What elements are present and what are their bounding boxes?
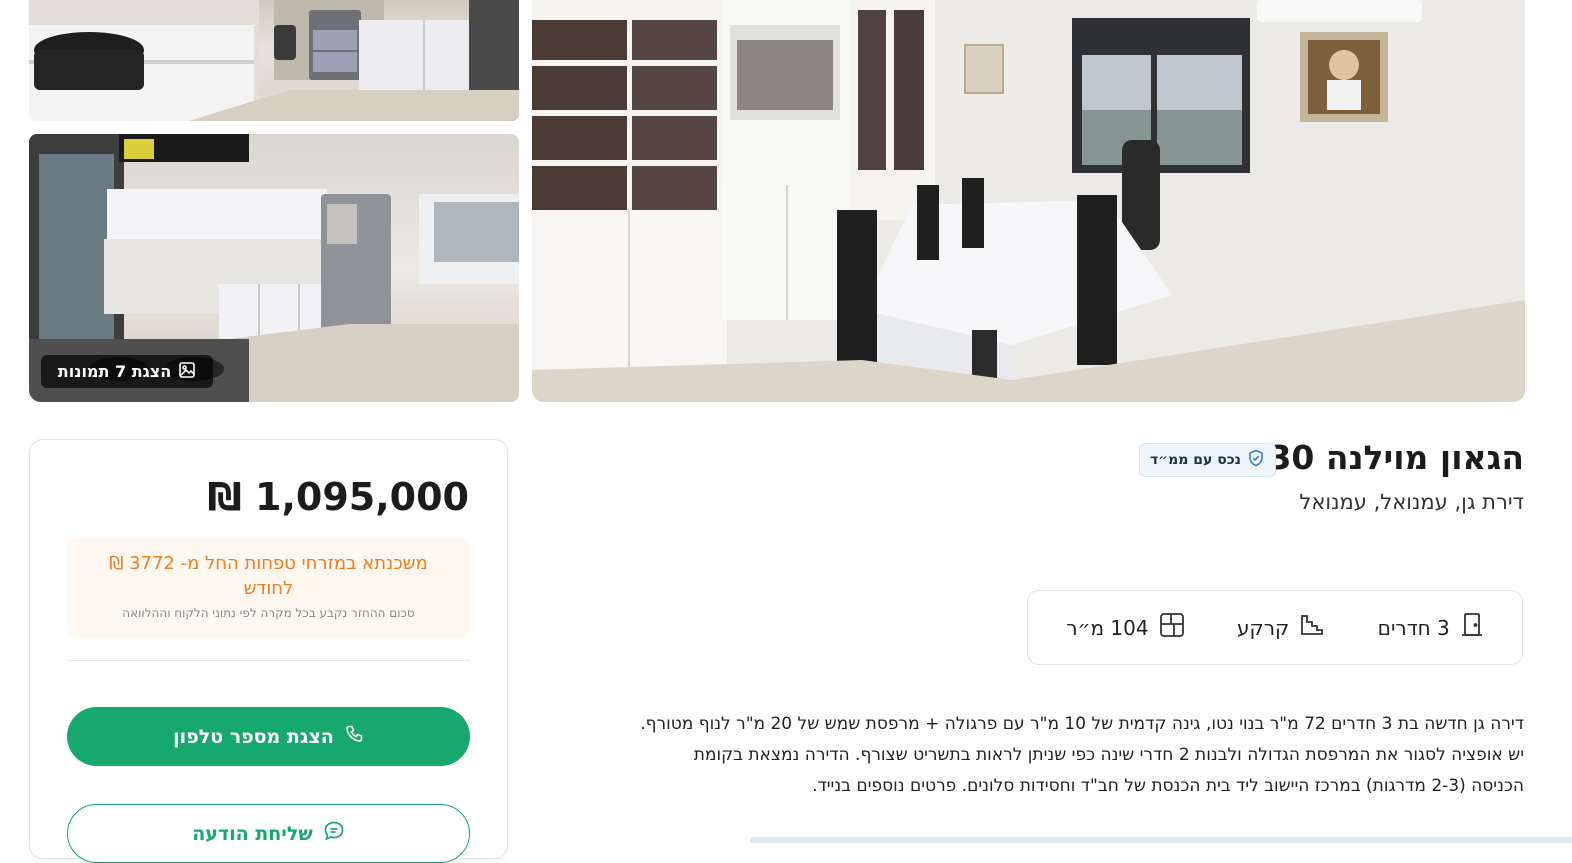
feature-floor: קרקע <box>1237 613 1325 642</box>
show-photos-button[interactable]: הצגת 7 תמונות <box>41 355 213 388</box>
gallery-photo-kitchen-top[interactable] <box>29 0 519 121</box>
floorplan-icon <box>1159 612 1185 643</box>
listing-title: הגאון מוילנה 30 <box>1268 438 1524 477</box>
listing-description: דירה גן חדשה בת 3 חדרים 72 מ"ר בנוי נטו,… <box>574 709 1524 802</box>
feature-rooms: 3 חדרים <box>1378 612 1484 643</box>
show-phone-button[interactable]: הצגת מספר טלפון <box>67 707 470 766</box>
listing-price: 1,095,000 ₪ <box>207 475 469 519</box>
door-icon <box>1460 612 1484 643</box>
mortgage-offer[interactable]: משכנתא במזרחי טפחות החל מ- 3772 ₪ לחודש … <box>67 538 470 638</box>
listing-subtitle: דירת גן, עמנואל, עמנואל <box>1299 490 1524 514</box>
phone-icon <box>344 724 364 749</box>
shield-check-icon <box>1247 449 1265 471</box>
feature-size: 104 מ״ר <box>1066 612 1184 643</box>
mortgage-note: סכום ההחזר נקבע בכל מקרה לפי נתוני הלקוח… <box>122 606 415 620</box>
card-divider <box>67 660 470 661</box>
safe-room-badge: נכס עם ממ״ד <box>1138 443 1276 477</box>
feature-floor-label: קרקע <box>1237 615 1290 640</box>
show-photos-label: הצגת 7 תמונות <box>57 362 172 381</box>
mortgage-text: משכנתא במזרחי טפחות החל מ- 3772 ₪ לחודש <box>109 553 428 599</box>
stairs-icon <box>1299 613 1325 642</box>
gallery-photo-main[interactable] <box>532 0 1525 402</box>
description-line: דירה גן חדשה בת 3 חדרים 72 מ"ר בנוי נטו,… <box>640 714 1524 734</box>
info-banner-edge <box>750 837 1572 843</box>
send-message-label: שליחת הודעה <box>192 822 313 845</box>
property-features: 3 חדרים קרקע 104 מ״ר <box>1027 590 1523 665</box>
description-line: הכניסה (2-3 מדרגות) במרכז היישוב ליד בית… <box>812 776 1524 796</box>
description-line: יש אופציה לסגור את המרפסת הגדולה ולבנות … <box>693 745 1524 765</box>
show-phone-label: הצגת מספר טלפון <box>173 725 334 748</box>
send-message-button[interactable]: שליחת הודעה <box>67 804 470 863</box>
feature-rooms-label: 3 חדרים <box>1377 615 1450 640</box>
badge-label: נכס עם ממ״ד <box>1149 452 1241 468</box>
feature-size-label: 104 מ״ר <box>1066 615 1149 640</box>
image-icon <box>178 361 196 383</box>
